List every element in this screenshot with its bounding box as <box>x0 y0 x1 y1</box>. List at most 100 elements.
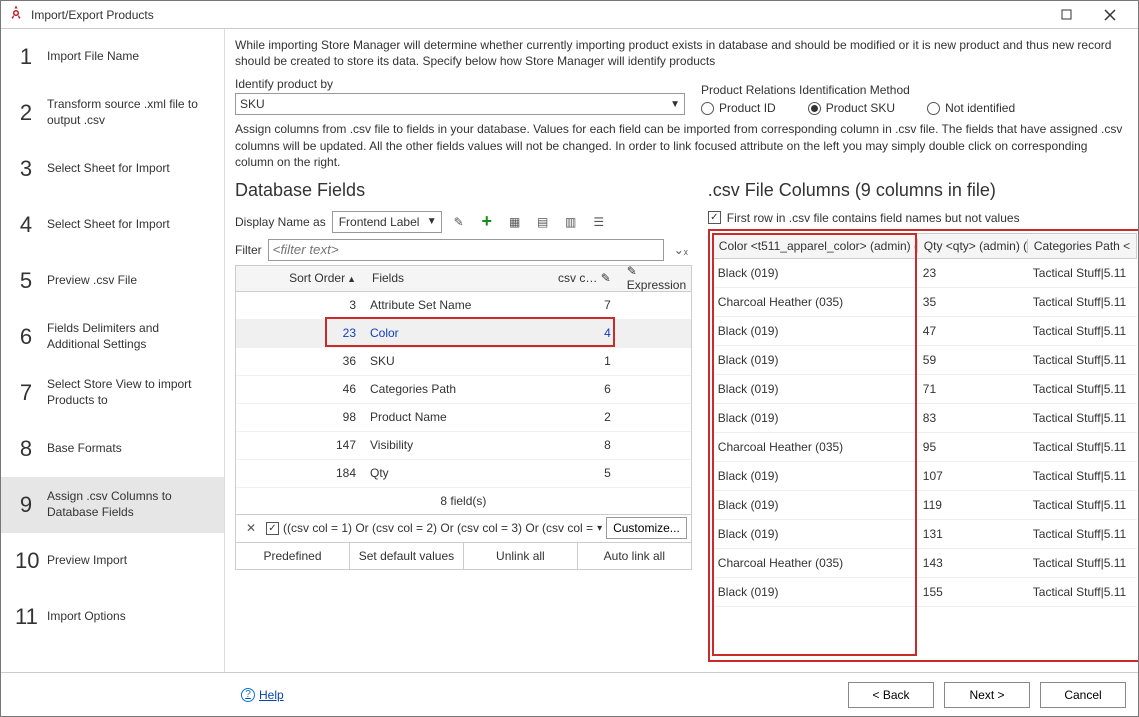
db-row[interactable]: 147Visibility8 <box>236 432 691 460</box>
wizard-step-6[interactable]: 6 Fields Delimiters and Additional Settin… <box>1 309 224 365</box>
app-logo-icon <box>7 4 25 25</box>
step-number: 5 <box>15 268 37 294</box>
csv-col-qty[interactable]: Qty <qty> (admin) (5) <box>918 239 1028 253</box>
col-csv[interactable]: csv c… ✎ <box>531 271 621 285</box>
wizard-step-5[interactable]: 5 Preview .csv File <box>1 253 224 309</box>
step-number: 2 <box>15 100 37 126</box>
first-row-checkbox[interactable]: ✓ <box>708 211 721 224</box>
csv-row[interactable]: Black (019)71Tactical Stuff|5.11 <box>712 375 1137 404</box>
wizard-step-10[interactable]: 10 Preview Import <box>1 533 224 589</box>
customize-button[interactable]: Customize... <box>606 517 687 539</box>
maximize-button[interactable] <box>1044 2 1088 28</box>
step-label: Import File Name <box>47 49 214 65</box>
csv-row[interactable]: Black (019)119Tactical Stuff|5.11 <box>712 491 1137 520</box>
help-link[interactable]: ? Help <box>241 688 284 702</box>
wizard-steps-sidebar: 1 Import File Name 2 Transform source .xml … <box>1 29 225 672</box>
expr-dropdown[interactable]: ▾ <box>597 523 602 534</box>
db-row[interactable]: 46Categories Path6 <box>236 376 691 404</box>
step-label: Preview .csv File <box>47 273 214 289</box>
wizard-step-9[interactable]: 9Assign .csv Columns to Database Fields <box>1 477 224 533</box>
toolbar-icon-2[interactable]: ▤ <box>532 211 554 233</box>
auto-link-all-button[interactable]: Auto link all <box>578 543 691 569</box>
remove-expr-icon[interactable]: ✕ <box>240 517 262 539</box>
step-label: Assign .csv Columns to Database Fields <box>47 489 214 520</box>
filter-input[interactable] <box>268 239 664 261</box>
csv-col-color[interactable]: Color <t511_apparel_color> (admin) (4) <box>713 239 918 253</box>
identify-product-combo[interactable]: SKU ▼ <box>235 93 685 115</box>
step-label: Base Formats <box>47 441 214 457</box>
step-number: 7 <box>15 380 37 406</box>
wizard-step-8[interactable]: 8Base Formats <box>1 421 224 477</box>
edit-icon[interactable]: ✎ <box>448 211 470 233</box>
assign-text: Assign columns from .csv file to fields … <box>235 121 1128 170</box>
clear-filter-icon[interactable]: ⌄ₓ <box>670 239 692 261</box>
identify-product-value: SKU <box>240 97 265 111</box>
filter-label: Filter <box>235 243 262 257</box>
step-label: Transform source .xml file to output .cs… <box>47 97 214 128</box>
expr-checkbox[interactable]: ✓ <box>266 522 279 535</box>
csv-row[interactable]: Black (019)23Tactical Stuff|5.11 <box>712 259 1137 288</box>
wizard-step-7[interactable]: 7Select Store View to import Products to <box>1 365 224 421</box>
close-button[interactable] <box>1088 2 1132 28</box>
wizard-step-1[interactable]: 1 Import File Name <box>1 29 224 85</box>
display-name-combo[interactable]: Frontend Label▼ <box>332 211 442 233</box>
step-number: 10 <box>15 548 37 574</box>
pencil-icon: ✎ <box>601 271 611 285</box>
csv-row[interactable]: Black (019)131Tactical Stuff|5.11 <box>712 520 1137 549</box>
col-sort-order[interactable]: Sort Order▲ <box>236 271 366 285</box>
step-label: Select Sheet for Import <box>47 217 214 233</box>
csv-row[interactable]: Black (019)155Tactical Stuff|5.11 <box>712 578 1137 607</box>
step-label: Fields Delimiters and Additional Setting… <box>47 321 214 352</box>
csv-row[interactable]: Charcoal Heather (035)143Tactical Stuff|… <box>712 549 1137 578</box>
window-title: Import/Export Products <box>31 8 154 22</box>
col-expression[interactable]: ✎ Expression <box>621 264 691 292</box>
wizard-step-4[interactable]: 4 Select Sheet for Import <box>1 197 224 253</box>
csv-row[interactable]: Black (019)83Tactical Stuff|5.11 <box>712 404 1137 433</box>
step-label: Preview Import <box>47 553 214 569</box>
db-row[interactable]: 184Qty5 <box>236 460 691 488</box>
toolbar-icon-1[interactable]: ▦ <box>504 211 526 233</box>
wizard-step-3[interactable]: 3Select Sheet for Import <box>1 141 224 197</box>
csv-row[interactable]: Black (019)47Tactical Stuff|5.11 <box>712 317 1137 346</box>
relations-label: Product Relations Identification Method <box>701 83 1015 97</box>
db-row[interactable]: 3Attribute Set Name7 <box>236 292 691 320</box>
set-default-values-button[interactable]: Set default values <box>350 543 464 569</box>
pencil-icon: ✎ <box>627 264 637 278</box>
toolbar-icon-4[interactable]: ☰ <box>588 211 610 233</box>
step-number: 1 <box>15 44 37 70</box>
add-icon[interactable]: + <box>476 211 498 233</box>
col-fields[interactable]: Fields <box>366 271 531 285</box>
db-footer-count: 8 field(s) <box>236 488 691 514</box>
csv-table: Color <t511_apparel_color> (admin) (4) Q… <box>708 229 1138 662</box>
radio-not-identified[interactable]: Not identified <box>927 101 1015 115</box>
db-row[interactable]: 36SKU1 <box>236 348 691 376</box>
radio-product-sku[interactable]: Product SKU <box>808 101 895 115</box>
wizard-step-2[interactable]: 2 Transform source .xml file to output .c… <box>1 85 224 141</box>
chevron-down-icon: ▼ <box>427 216 437 227</box>
next-button[interactable]: Next > <box>944 682 1030 708</box>
radio-product-id[interactable]: Product ID <box>701 101 776 115</box>
csv-row[interactable]: Charcoal Heather (035)95Tactical Stuff|5… <box>712 433 1137 462</box>
unlink-all-button[interactable]: Unlink all <box>464 543 578 569</box>
step-number: 3 <box>15 156 37 182</box>
expr-text: ((csv col = 1) Or (csv col = 2) Or (csv … <box>283 521 593 535</box>
cancel-button[interactable]: Cancel <box>1040 682 1126 708</box>
step-number: 6 <box>15 324 37 350</box>
csv-row[interactable]: Black (019)107Tactical Stuff|5.11 <box>712 462 1137 491</box>
highlight-box <box>325 317 615 347</box>
display-name-label: Display Name as <box>235 215 326 229</box>
db-row[interactable]: 98Product Name2 <box>236 404 691 432</box>
predefined-button[interactable]: Predefined <box>236 543 350 569</box>
csv-col-categories[interactable]: Categories Path < <box>1028 239 1136 253</box>
csv-row[interactable]: Charcoal Heather (035)35Tactical Stuff|5… <box>712 288 1137 317</box>
wizard-bottom-bar: ? Help < Back Next > Cancel <box>1 672 1138 716</box>
toolbar-icon-3[interactable]: ▥ <box>560 211 582 233</box>
database-fields-table: Sort Order▲ Fields csv c… ✎ ✎ Expression… <box>235 265 692 515</box>
csv-row[interactable]: Black (019)59Tactical Stuff|5.11 <box>712 346 1137 375</box>
radio-icon <box>701 102 714 115</box>
wizard-step-11[interactable]: 11Import Options <box>1 589 224 645</box>
identify-label: Identify product by <box>235 77 685 91</box>
step-number: 4 <box>15 212 37 238</box>
csv-columns-header: .csv File Columns (9 columns in file) <box>708 180 1138 201</box>
back-button[interactable]: < Back <box>848 682 934 708</box>
